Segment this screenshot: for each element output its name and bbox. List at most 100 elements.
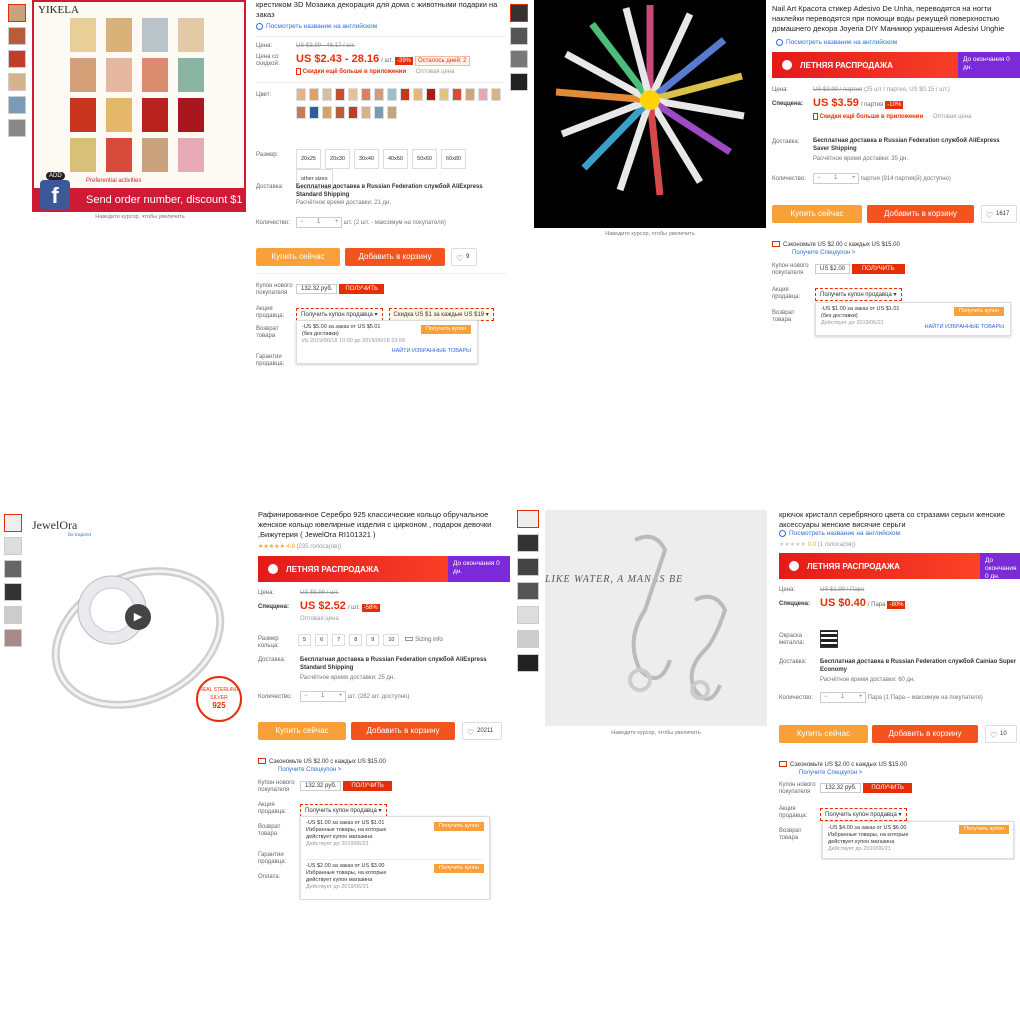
color-swatch[interactable] (361, 106, 371, 119)
size-option[interactable]: 30x40 (354, 149, 379, 169)
wholesale-link[interactable]: Оптовая цена (933, 114, 972, 120)
wishlist-button[interactable]: ♡ 1617 (981, 205, 1017, 223)
buy-now-button[interactable]: Купить сейчас (258, 722, 346, 740)
minus-icon[interactable]: − (300, 219, 304, 225)
add-to-cart-button[interactable]: Добавить в корзину (872, 725, 978, 743)
get-coupon-button[interactable]: ПОЛУЧИТЬ (343, 781, 392, 791)
size-option[interactable]: 10 (383, 634, 400, 646)
size-option[interactable]: 5 (298, 634, 312, 646)
get-seller-coupon-button[interactable]: Получить купон (959, 825, 1009, 834)
delivery-info[interactable]: Бесплатная доставка в Russian Federation… (820, 658, 1020, 684)
minus-icon[interactable]: − (824, 694, 828, 700)
wholesale-link[interactable]: Оптовая цена (300, 616, 339, 622)
color-swatch[interactable] (348, 106, 358, 119)
color-swatch[interactable] (465, 88, 475, 101)
product-image[interactable] (534, 0, 766, 228)
save-link[interactable]: Получите Спецкупон > (779, 769, 907, 777)
minus-icon[interactable]: − (817, 175, 821, 181)
thumbnail[interactable] (510, 27, 528, 45)
color-swatch[interactable] (322, 88, 332, 101)
color-swatch[interactable] (400, 88, 410, 101)
seller-coupon-dropdown[interactable]: Получить купон продавца ▾ (820, 808, 907, 821)
metal-color-option[interactable] (820, 630, 838, 648)
save-promo[interactable]: Сэкономьте US $2.00 с каждых US $15.00 П… (258, 758, 386, 774)
save-link[interactable]: Получите Спецкупон > (258, 766, 386, 774)
color-swatch[interactable] (374, 106, 384, 119)
product-image[interactable]: JewelOra Be inspired ▶ REAL STERLING SIL… (28, 508, 248, 730)
get-coupon-button[interactable]: ПОЛУЧИТЬ (863, 783, 912, 793)
rating-row[interactable]: ★★★★★ 0.0 (1 голоса(ов)) (779, 541, 856, 548)
thumbnail[interactable] (4, 606, 22, 624)
thumbnail[interactable] (4, 560, 22, 578)
thumbnail[interactable] (510, 4, 528, 22)
save-promo[interactable]: Сэкономьте US $2.00 с каждых US $15.00 П… (772, 241, 900, 257)
color-swatch[interactable] (335, 106, 345, 119)
minus-icon[interactable]: − (304, 693, 308, 699)
size-option[interactable]: 50x60 (412, 149, 437, 169)
find-items-link[interactable]: НАЙТИ ИЗБРАННЫЕ ТОВАРЫ (925, 324, 1004, 331)
translate-link[interactable]: Посмотреть название на английском (256, 23, 377, 30)
thumbnail[interactable] (4, 629, 22, 647)
quantity-stepper[interactable]: − 1 + (296, 217, 342, 228)
quantity-stepper[interactable]: − 1 + (820, 692, 866, 703)
thumbnail[interactable] (517, 534, 539, 552)
quantity-stepper[interactable]: − 1 + (813, 173, 859, 184)
get-seller-coupon-button[interactable]: Получить купон (434, 822, 484, 831)
thumbnail[interactable] (510, 50, 528, 68)
size-option[interactable]: 8 (349, 634, 363, 646)
color-swatch[interactable] (491, 88, 501, 101)
wishlist-button[interactable]: ♡ 10 (985, 725, 1017, 743)
thumbnail[interactable] (510, 73, 528, 91)
color-swatch[interactable] (309, 106, 319, 119)
product-image[interactable]: LIKE WATER, A MAN IS BE (545, 510, 767, 726)
video-play-button[interactable]: ▶ (125, 604, 151, 630)
add-to-cart-button[interactable]: Добавить в корзину (351, 722, 455, 740)
plus-icon[interactable]: + (859, 694, 863, 700)
get-seller-coupon-button[interactable]: Получить купон (954, 307, 1004, 316)
add-to-cart-button[interactable]: Добавить в корзину (867, 205, 974, 223)
seller-coupon-dropdown[interactable]: Получить купон продавца ▾ (815, 288, 902, 301)
find-items-link[interactable]: НАЙТИ ИЗБРАННЫЕ ТОВАРЫ (392, 348, 471, 355)
wishlist-button[interactable]: ♡ 9 (451, 248, 477, 266)
app-discount-row[interactable]: Скидки ещё больше в приложении Оптовая ц… (296, 68, 455, 75)
size-option[interactable]: 6 (315, 634, 329, 646)
color-swatch[interactable] (296, 88, 306, 101)
size-option[interactable]: 40x50 (383, 149, 408, 169)
color-swatch[interactable] (374, 88, 384, 101)
thumbnail[interactable] (4, 514, 22, 532)
sizing-info-link[interactable]: Sizing info (405, 637, 443, 643)
buy-now-button[interactable]: Купить сейчас (772, 205, 862, 223)
color-swatch[interactable] (309, 88, 319, 101)
delivery-info[interactable]: Бесплатная доставка в Russian Federation… (300, 656, 510, 682)
color-swatch[interactable] (296, 106, 306, 119)
get-coupon-button[interactable]: ПОЛУЧИТЬ (851, 264, 905, 274)
color-swatch[interactable] (387, 106, 397, 119)
size-option[interactable]: 20x30 (325, 149, 350, 169)
rating-row[interactable]: ★★★★★ 4.8 (235 голоса(ов)) (258, 543, 341, 550)
color-swatch[interactable] (348, 88, 358, 101)
color-swatch[interactable] (426, 88, 436, 101)
get-seller-coupon-button[interactable]: Получить купон (421, 325, 471, 334)
color-swatch[interactable] (335, 88, 345, 101)
app-discount-row[interactable]: Скидки ещё больше в приложении Оптовая ц… (813, 113, 972, 120)
save-promo[interactable]: Сэкономьте US $2.00 с каждых US $15.00 П… (779, 761, 907, 777)
color-swatch[interactable] (361, 88, 371, 101)
buy-now-button[interactable]: Купить сейчас (779, 725, 868, 743)
size-option[interactable]: 9 (366, 634, 380, 646)
plus-icon[interactable]: + (335, 219, 339, 225)
save-link[interactable]: Получите Спецкупон > (772, 249, 900, 257)
size-option[interactable]: 7 (332, 634, 346, 646)
translate-link[interactable]: Посмотреть название на английском (779, 530, 900, 537)
thumbnail[interactable] (8, 27, 26, 45)
thumbnail[interactable] (517, 606, 539, 624)
plus-icon[interactable]: + (852, 175, 856, 181)
color-swatch[interactable] (387, 88, 397, 101)
thumbnail[interactable] (517, 654, 539, 672)
buy-now-button[interactable]: Купить сейчас (256, 248, 340, 266)
wishlist-button[interactable]: ♡ 20211 (462, 722, 502, 740)
translate-link[interactable]: Посмотреть название на английском (776, 39, 897, 46)
color-swatch[interactable] (413, 88, 423, 101)
thumbnail[interactable] (8, 119, 26, 137)
thumbnail[interactable] (517, 510, 539, 528)
color-swatch[interactable] (452, 88, 462, 101)
